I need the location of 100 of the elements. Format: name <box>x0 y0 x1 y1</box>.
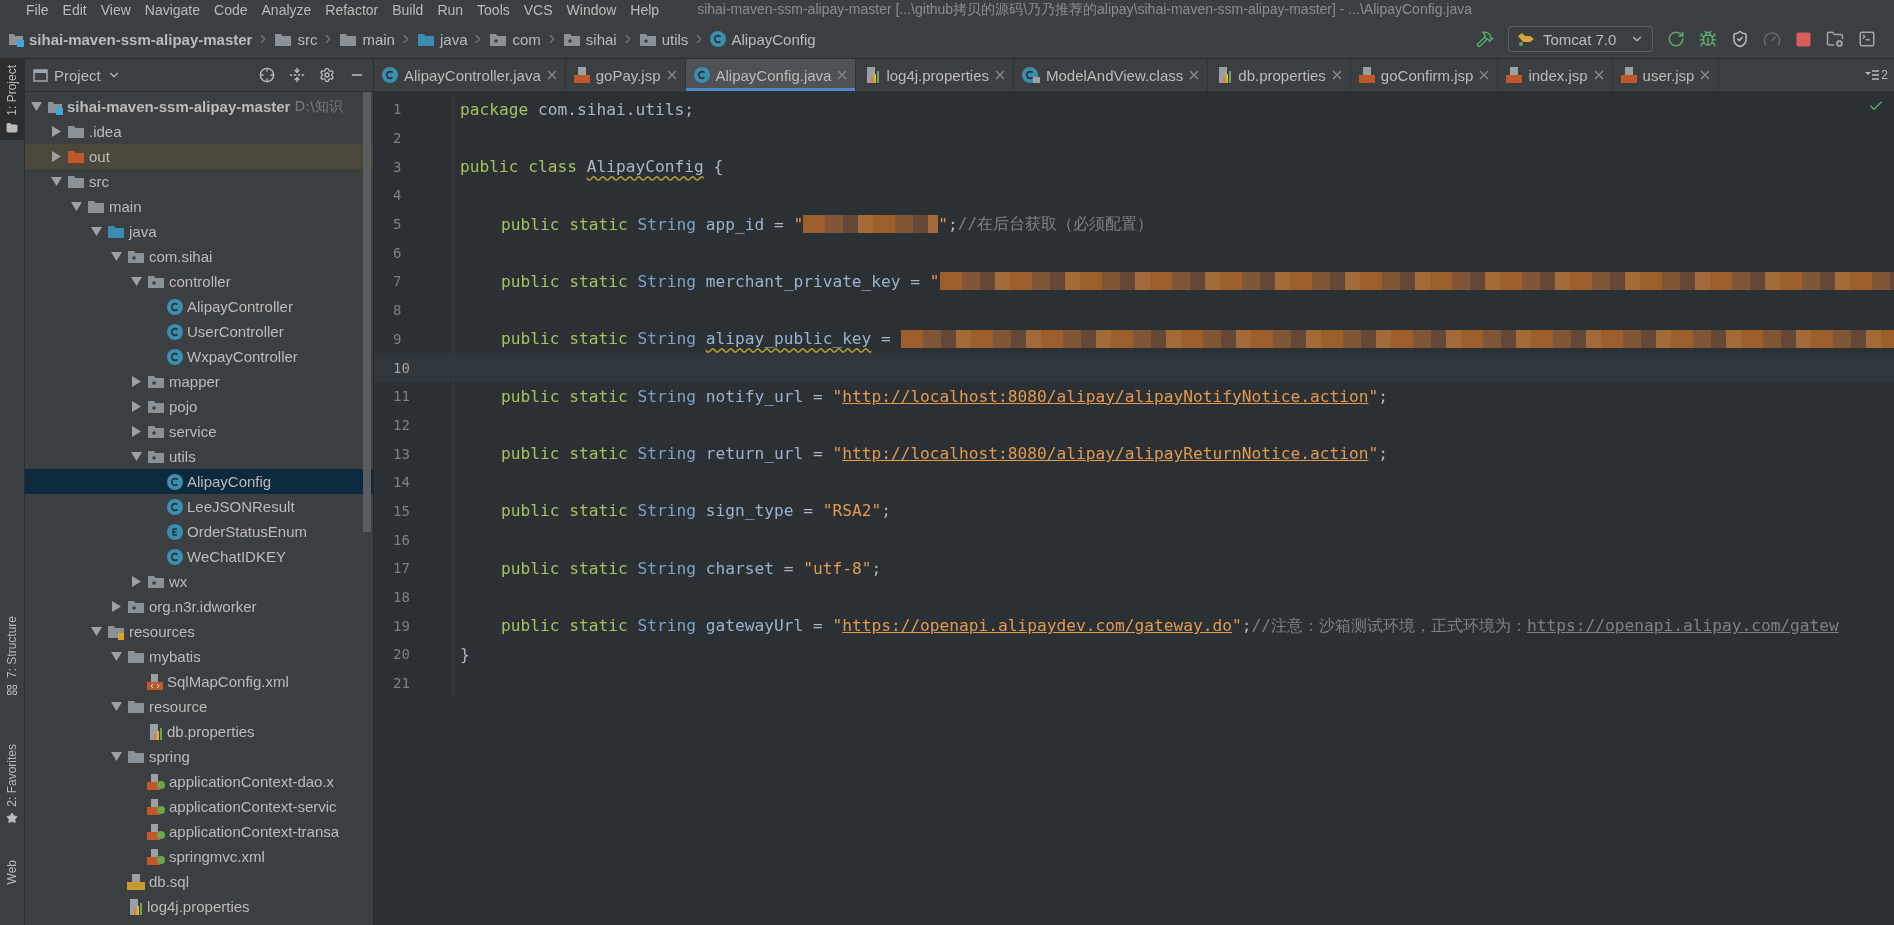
menu-item[interactable]: VCS <box>523 2 553 18</box>
expanded-arrow-icon[interactable] <box>110 652 122 661</box>
tree-item[interactable]: resources <box>25 619 373 644</box>
close-icon[interactable] <box>1700 70 1711 80</box>
expanded-arrow-icon[interactable] <box>90 627 102 636</box>
expanded-arrow-icon[interactable] <box>70 202 82 211</box>
locate-icon[interactable] <box>259 67 275 83</box>
expanded-arrow-icon[interactable] <box>50 177 62 186</box>
stop-icon[interactable] <box>1795 30 1812 48</box>
editor-tab[interactable]: db.properties <box>1208 59 1351 91</box>
terminal-icon[interactable] <box>1858 30 1876 48</box>
tree-item[interactable]: applicationContext-dao.x <box>25 769 373 794</box>
close-icon[interactable] <box>666 70 677 80</box>
tree-item[interactable]: log4j.properties <box>25 894 373 919</box>
breadcrumb[interactable]: src <box>274 30 318 48</box>
project-view-dropdown[interactable]: Project <box>33 66 245 84</box>
editor-tab[interactable]: log4j.properties <box>856 59 1014 91</box>
tree-item[interactable]: LeeJSONResult <box>25 494 373 519</box>
tree-item[interactable]: OrderStatusEnum <box>25 519 373 544</box>
tree-item[interactable]: service <box>25 419 373 444</box>
collapsed-arrow-icon[interactable] <box>111 601 121 612</box>
tree-item[interactable]: src <box>25 169 373 194</box>
collapsed-arrow-icon[interactable] <box>131 576 141 587</box>
tree-item[interactable]: .idea <box>25 119 373 144</box>
menu-item[interactable]: Code <box>214 2 248 18</box>
menu-item[interactable]: Help <box>630 2 660 18</box>
tree-item[interactable]: sihai-maven-ssm-alipay-master D:\知识 <box>25 94 373 119</box>
editor-tab[interactable]: goPay.jsp <box>565 59 686 91</box>
tree-item[interactable]: applicationContext-servic <box>25 794 373 819</box>
tool-window-button[interactable]: 2: Favorites <box>0 737 24 831</box>
close-icon[interactable] <box>1189 70 1200 80</box>
editor-tab[interactable]: user.jsp <box>1612 59 1720 91</box>
close-icon[interactable] <box>1479 70 1490 80</box>
code-link[interactable]: http://localhost:8080/alipay/alipayNotifyNotice.action <box>842 386 1369 406</box>
hammer-icon[interactable] <box>1476 30 1494 48</box>
menu-item[interactable]: Analyze <box>261 2 312 18</box>
tab-overflow-button[interactable]: 2 <box>1859 59 1894 91</box>
settings-icon[interactable] <box>319 67 335 83</box>
debug-icon[interactable] <box>1699 30 1717 48</box>
tree-item[interactable]: springmvc.xml <box>25 844 373 869</box>
expanded-arrow-icon[interactable] <box>90 227 102 236</box>
editor-tab[interactable]: goConfirm.jsp <box>1350 59 1499 91</box>
tree-item[interactable]: wx <box>25 569 373 594</box>
tree-item[interactable]: AlipayConfig <box>25 469 373 494</box>
menu-item[interactable]: Navigate <box>144 2 201 18</box>
tool-window-button[interactable]: Web <box>0 854 24 891</box>
breadcrumb[interactable]: utils <box>638 30 689 48</box>
tree-item[interactable]: AlipayController <box>25 294 373 319</box>
tool-window-button[interactable]: 1: Project <box>0 59 24 140</box>
menu-item[interactable]: Edit <box>62 2 87 18</box>
close-icon[interactable] <box>1331 70 1342 80</box>
close-icon[interactable] <box>546 70 557 80</box>
rerun-icon[interactable] <box>1667 30 1685 48</box>
menu-item[interactable]: File <box>26 2 49 18</box>
run-configuration-dropdown[interactable]: Tomcat 7.0 <box>1508 26 1653 52</box>
editor-tab[interactable]: index.jsp <box>1498 59 1613 91</box>
tree-item[interactable]: spring <box>25 744 373 769</box>
scrollbar-thumb[interactable] <box>363 92 371 532</box>
tree-item[interactable]: SqlMapConfig.xml <box>25 669 373 694</box>
editor-tab[interactable]: AlipayConfig.java <box>685 59 857 91</box>
expanded-arrow-icon[interactable] <box>110 752 122 761</box>
expanded-arrow-icon[interactable] <box>130 452 142 461</box>
breadcrumb[interactable]: com <box>489 30 541 48</box>
editor-tab[interactable]: ModelAndView.class <box>1014 59 1209 91</box>
tree-item[interactable]: WeChatIDKEY <box>25 544 373 569</box>
close-icon[interactable] <box>1593 70 1604 80</box>
editor-tab[interactable]: AlipayController.java <box>374 59 566 91</box>
collapsed-arrow-icon[interactable] <box>131 426 141 437</box>
menu-item[interactable]: Tools <box>477 2 510 18</box>
coverage-icon[interactable] <box>1731 30 1749 48</box>
project-structure-icon[interactable] <box>1826 30 1844 48</box>
tree-item[interactable]: db.sql <box>25 869 373 894</box>
breadcrumb[interactable]: java <box>416 30 468 48</box>
expanded-arrow-icon[interactable] <box>130 277 142 286</box>
collapsed-arrow-icon[interactable] <box>131 376 141 387</box>
tree-item[interactable]: mybatis <box>25 644 373 669</box>
menu-item[interactable]: View <box>100 2 131 18</box>
tree-item[interactable]: controller <box>25 269 373 294</box>
tree-item[interactable]: java <box>25 219 373 244</box>
breadcrumb[interactable]: sihai-maven-ssm-alipay-master <box>8 30 253 48</box>
code-link[interactable]: https://openapi.alipaydev.com/gateway.do <box>842 616 1232 636</box>
tree-item[interactable]: UserController <box>25 319 373 344</box>
tree-item[interactable]: pojo <box>25 394 373 419</box>
menu-item[interactable]: Window <box>566 2 617 18</box>
menu-item[interactable]: Run <box>437 2 464 18</box>
collapse-all-icon[interactable] <box>289 67 305 83</box>
collapsed-arrow-icon[interactable] <box>131 401 141 412</box>
code-link[interactable]: http://localhost:8080/alipay/alipayReturnNotice.action <box>842 444 1369 464</box>
tree-item[interactable]: out <box>25 144 373 169</box>
breadcrumb[interactable]: AlipayConfig <box>710 30 816 48</box>
tree-item[interactable]: db.properties <box>25 719 373 744</box>
collapsed-arrow-icon[interactable] <box>51 126 61 137</box>
breadcrumb[interactable]: main <box>339 30 395 48</box>
collapsed-arrow-icon[interactable] <box>51 151 61 162</box>
code-link[interactable]: https://openapi.alipay.com/gatew <box>1527 616 1839 636</box>
expanded-arrow-icon[interactable] <box>30 102 42 111</box>
menu-item[interactable]: Build <box>392 2 424 18</box>
expanded-arrow-icon[interactable] <box>110 252 122 261</box>
menu-item[interactable]: Refactor <box>325 2 379 18</box>
close-icon[interactable] <box>837 70 848 80</box>
